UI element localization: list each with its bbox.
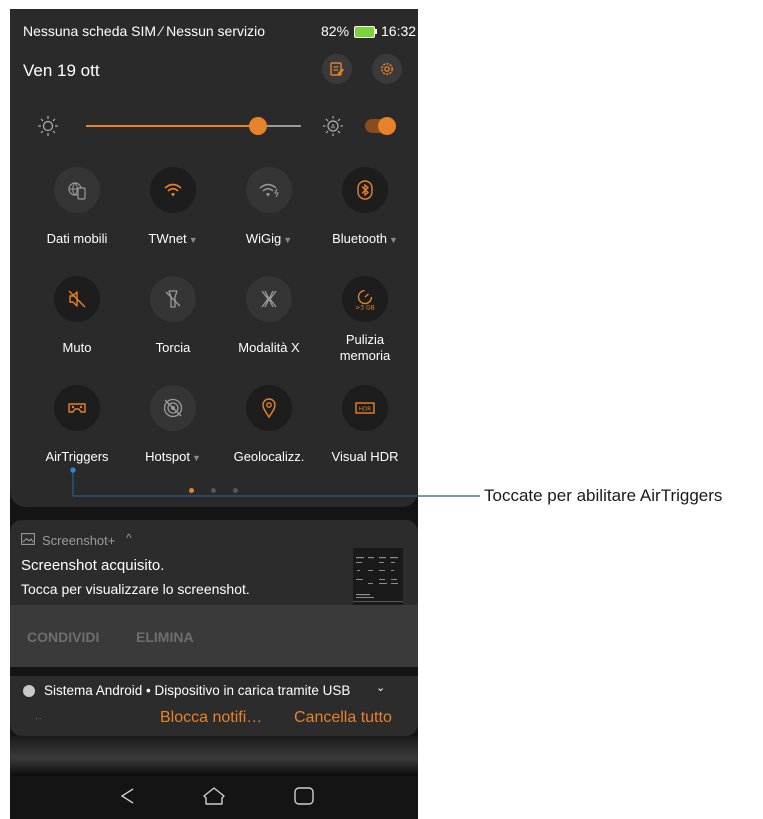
airtriggers-callout: Toccate per abilitare AirTriggers: [484, 486, 723, 505]
callout-leader-line: [70, 467, 480, 497]
